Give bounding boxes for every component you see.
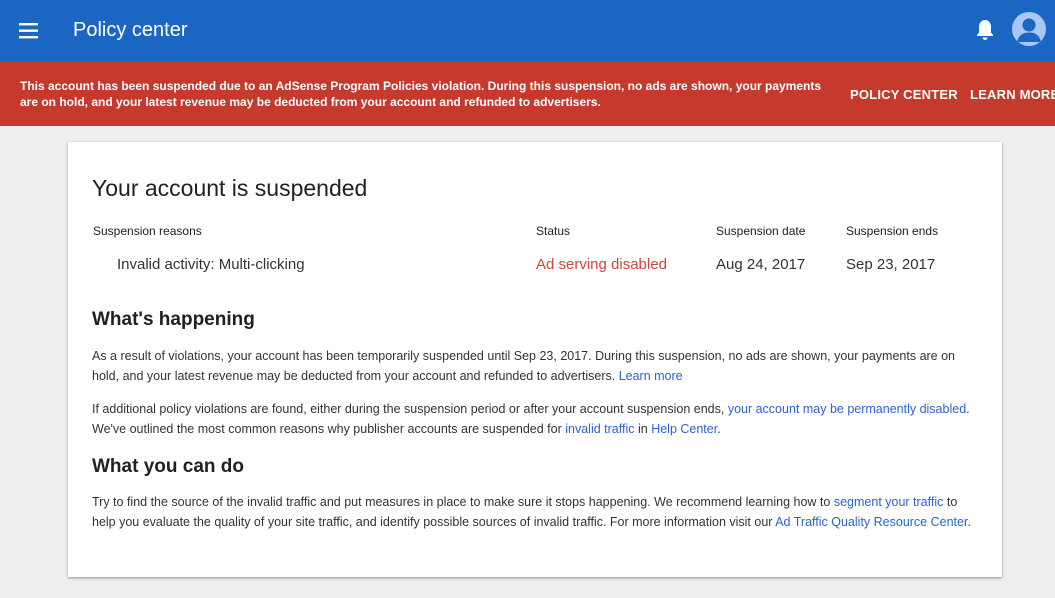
whats-happening-heading: What's happening (92, 309, 255, 330)
permanently-disabled-link[interactable]: your account may be permanently disabled (728, 402, 966, 416)
paragraph-text: As a result of violations, your account … (92, 349, 956, 383)
policy-center-button[interactable]: POLICY CENTER (850, 87, 958, 102)
ad-traffic-quality-link[interactable]: Ad Traffic Quality Resource Center (775, 515, 967, 529)
what-you-can-do-paragraph: Try to find the source of the invalid tr… (92, 492, 972, 532)
status-cell: Ad serving disabled (536, 256, 667, 273)
date-cell: Aug 24, 2017 (716, 256, 806, 273)
bell-icon[interactable] (974, 18, 996, 42)
paragraph-text: Try to find the source of the invalid tr… (92, 495, 834, 509)
paragraph-text: in (634, 422, 652, 436)
header-status: Status (536, 224, 571, 238)
ends-cell: Sep 23, 2017 (846, 256, 936, 273)
learn-more-button[interactable]: LEARN MORE (970, 87, 1055, 102)
header-suspension-ends: Suspension ends (846, 224, 939, 238)
reason-cell: Invalid activity: Multi-clicking (117, 256, 305, 273)
segment-traffic-link[interactable]: segment your traffic (834, 495, 944, 509)
app-bar: Policy center (0, 0, 1055, 62)
header-suspension-reasons: Suspension reasons (93, 224, 202, 238)
paragraph-text: . (717, 422, 721, 436)
suspension-banner: This account has been suspended due to a… (0, 62, 1055, 126)
invalid-traffic-link[interactable]: invalid traffic (565, 422, 634, 436)
card-title: Your account is suspended (92, 175, 368, 201)
banner-message: This account has been suspended due to a… (20, 79, 822, 109)
app-title: Policy center (73, 19, 188, 41)
learn-more-link[interactable]: Learn more (619, 369, 683, 383)
suspension-card: Your account is suspended Suspension rea… (68, 142, 1002, 577)
help-center-link[interactable]: Help Center (651, 422, 717, 436)
menu-icon[interactable] (18, 20, 40, 42)
whats-happening-paragraph-1: As a result of violations, your account … (92, 346, 972, 386)
what-you-can-do-heading: What you can do (92, 456, 244, 477)
paragraph-text: If additional policy violations are foun… (92, 402, 728, 416)
account-avatar-icon[interactable] (1012, 12, 1046, 46)
paragraph-text: . (967, 515, 971, 529)
header-suspension-date: Suspension date (716, 224, 806, 238)
whats-happening-paragraph-2: If additional policy violations are foun… (92, 399, 972, 439)
